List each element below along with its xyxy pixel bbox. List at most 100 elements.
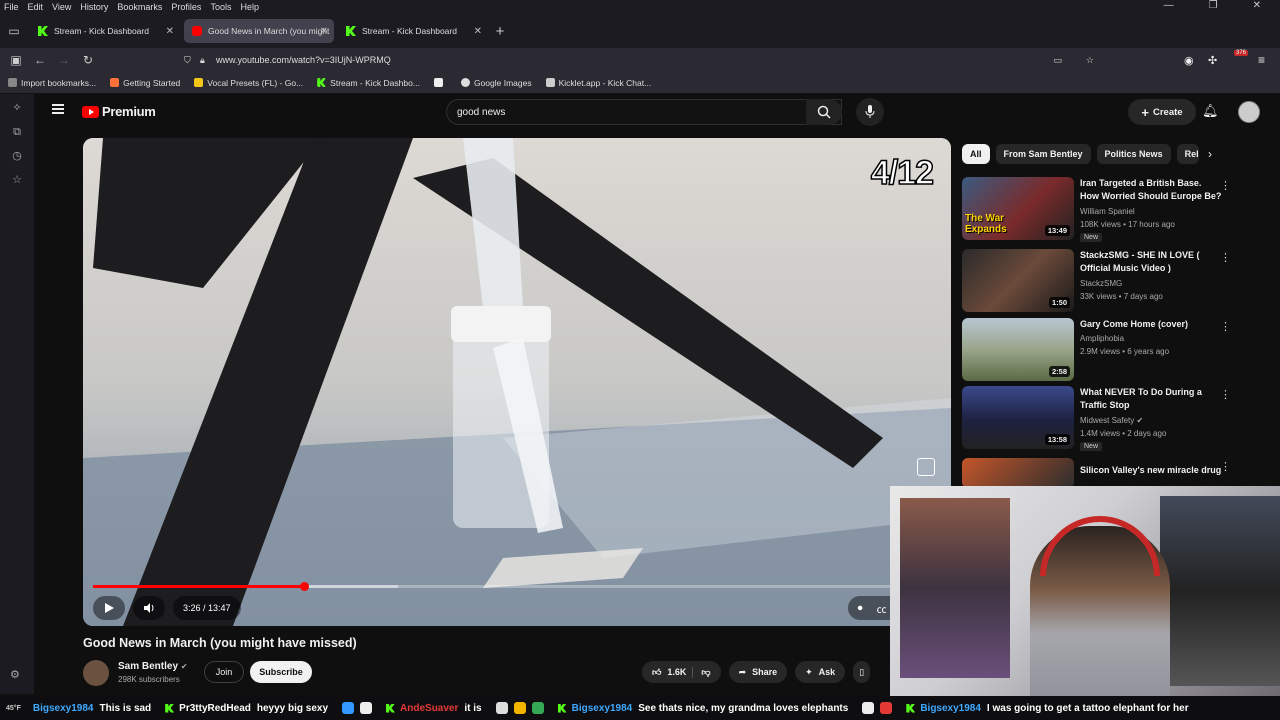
ask-button[interactable]: ✦ Ask <box>795 661 846 683</box>
forward-icon[interactable]: → <box>52 53 76 67</box>
bookmark-google-images[interactable]: Google Images <box>460 78 532 88</box>
bookmark-import[interactable]: Import bookmarks... <box>8 78 96 88</box>
join-button[interactable]: Join <box>204 661 244 683</box>
new-tab-icon[interactable]: + <box>488 23 512 40</box>
app-icon[interactable] <box>495 702 508 714</box>
reload-icon[interactable]: ↻ <box>76 53 100 67</box>
bookmark-kick-dashboard[interactable]: Stream - Kick Dashbo... <box>317 78 420 88</box>
tab-kick-dashboard-2[interactable]: Stream - Kick Dashboard ✕ <box>338 19 488 43</box>
lock-icon[interactable]: 🔒︎ <box>200 55 205 66</box>
sidebar-toggle-icon[interactable]: ▣ <box>4 53 28 67</box>
youtube-logo[interactable]: Premium <box>82 104 156 119</box>
voice-search-button[interactable] <box>856 98 884 126</box>
video-thumbnail[interactable]: 13:58 <box>962 386 1074 449</box>
chip-politics-news[interactable]: Politics News <box>1096 144 1171 164</box>
tab-youtube-video[interactable]: Good News in March (you might ✕ <box>184 19 334 43</box>
rec-channel[interactable]: StackzSMG <box>1080 279 1122 288</box>
video-thumbnail[interactable] <box>962 458 1074 488</box>
recommendation-item[interactable]: The War Expands 13:49 Iran Targeted a Br… <box>962 177 1262 242</box>
app-icon[interactable] <box>862 702 875 714</box>
minimize-icon[interactable]: — <box>1164 0 1174 11</box>
chevron-right-icon[interactable]: › <box>1208 147 1212 161</box>
history-icon[interactable]: ◷ <box>0 144 34 168</box>
rec-title[interactable]: Silicon Valley's new miracle drug <box>1080 464 1222 477</box>
restore-icon[interactable]: ❐ <box>1209 0 1218 11</box>
subscribe-button[interactable]: Subscribe <box>250 661 312 683</box>
account-icon[interactable]: ◉ <box>1184 54 1194 67</box>
menu-bookmarks[interactable]: Bookmarks <box>117 2 162 12</box>
miniplayer-icon[interactable] <box>917 458 935 476</box>
rec-channel[interactable]: William Spaniel <box>1080 207 1135 216</box>
channel-name[interactable]: Sam Bentley ✔ <box>118 661 188 672</box>
menu-profiles[interactable]: Profiles <box>171 2 201 12</box>
play-button[interactable] <box>93 596 125 620</box>
extensions-icon[interactable]: ✣ <box>1208 54 1217 67</box>
menu-tools[interactable]: Tools <box>210 2 231 12</box>
close-window-icon[interactable]: ✕ <box>1253 0 1261 11</box>
video-player[interactable]: 4/12 3:26 / 13:47 ⏺ ㏄ ⚙ ▭ <box>83 138 951 626</box>
app-icon[interactable] <box>513 702 526 714</box>
search-input[interactable]: good news ✕ <box>446 99 842 125</box>
close-tab-icon[interactable]: ✕ <box>474 26 482 37</box>
more-options-icon[interactable]: ⋮ <box>1220 251 1231 264</box>
close-tab-icon[interactable]: ✕ <box>320 26 328 37</box>
bookmark-kicklet[interactable]: Kicklet.app - Kick Chat... <box>545 78 651 88</box>
hamburger-menu-icon[interactable] <box>52 104 64 114</box>
video-thumbnail[interactable]: The War Expands 13:49 <box>962 177 1074 240</box>
more-options-icon[interactable]: ⋮ <box>1220 460 1231 473</box>
menu-edit[interactable]: Edit <box>28 2 44 12</box>
recommendation-item[interactable]: 13:58 What NEVER To Do During a Traffic … <box>962 386 1262 451</box>
bookmark-vocal-presets[interactable]: Vocal Presets (FL) - Go... <box>194 78 303 88</box>
share-button[interactable]: ➦ Share <box>728 661 788 683</box>
rec-title[interactable]: Gary Come Home (cover) <box>1080 318 1222 331</box>
more-options-icon[interactable]: ⋮ <box>1220 320 1231 333</box>
account-avatar[interactable] <box>1238 101 1260 123</box>
video-thumbnail[interactable]: 2:58 <box>962 318 1074 381</box>
url-text[interactable]: www.youtube.com/watch?v=3IUjN-WPRMQ <box>216 55 391 65</box>
app-icon[interactable] <box>880 702 893 714</box>
like-button[interactable]: 👍︎ 1.6K 👎︎ <box>642 661 721 683</box>
save-button[interactable]: ▯ <box>853 661 871 683</box>
rec-channel[interactable]: Midwest Safety ✔ <box>1080 416 1143 425</box>
app-icon[interactable] <box>342 702 355 714</box>
tab-kick-dashboard-1[interactable]: Stream - Kick Dashboard ✕ <box>30 19 180 43</box>
rec-channel[interactable]: Ampliphobia <box>1080 334 1124 343</box>
sidebar-settings-icon[interactable]: ⚙ <box>10 668 20 681</box>
autoplay-toggle-icon[interactable]: ⏺ <box>858 603 863 614</box>
tabs-sidebar-icon[interactable]: ⧉ <box>0 120 34 144</box>
captions-icon[interactable]: ㏄ <box>877 601 887 616</box>
recommendation-item[interactable]: Silicon Valley's new miracle drug ⋮ <box>962 458 1262 488</box>
notifications-bell-icon[interactable]: 🔔︎ <box>1202 103 1219 119</box>
close-tab-icon[interactable]: ✕ <box>166 26 174 37</box>
recommendation-item[interactable]: 2:58 Gary Come Home (cover) Ampliphobia … <box>962 318 1262 382</box>
app-menu-icon[interactable]: ≡ <box>1258 53 1265 67</box>
app-icon[interactable] <box>360 702 373 714</box>
channel-avatar[interactable] <box>83 660 109 686</box>
bookmark-getting-started[interactable]: Getting Started <box>110 78 180 88</box>
menu-help[interactable]: Help <box>240 2 259 12</box>
bookmarks-star-icon[interactable]: ☆ <box>0 168 34 192</box>
menu-history[interactable]: History <box>80 2 108 12</box>
create-button[interactable]: + Create <box>1128 99 1196 125</box>
bookmark-star-icon[interactable]: ☆ <box>1086 55 1094 66</box>
rec-title[interactable]: StackzSMG - SHE IN LOVE ( Official Music… <box>1080 249 1222 275</box>
chip-all[interactable]: All <box>962 144 990 164</box>
tab-overview-icon[interactable]: ▭ <box>2 24 26 38</box>
ai-chat-icon[interactable]: ✧ <box>0 96 34 120</box>
progress-bar[interactable] <box>93 582 941 591</box>
extension-badge[interactable]: 376 <box>1234 50 1249 56</box>
picture-in-picture-icon[interactable]: ▭ <box>1053 55 1062 66</box>
rec-title[interactable]: What NEVER To Do During a Traffic Stop <box>1080 386 1222 412</box>
chip-from-channel[interactable]: From Sam Bentley <box>995 144 1091 164</box>
video-thumbnail[interactable]: 1:50 <box>962 249 1074 312</box>
back-icon[interactable]: ← <box>28 53 52 67</box>
menu-view[interactable]: View <box>52 2 71 12</box>
dislike-icon[interactable]: 👎︎ <box>692 666 711 678</box>
more-options-icon[interactable]: ⋮ <box>1220 179 1231 192</box>
weather-widget[interactable]: 45°F <box>6 705 21 712</box>
volume-button[interactable] <box>133 596 165 620</box>
menu-file[interactable]: File <box>4 2 19 12</box>
shield-icon[interactable]: ⛉ <box>184 55 191 66</box>
rec-title[interactable]: Iran Targeted a British Base. How Worrie… <box>1080 177 1222 203</box>
chip-related[interactable]: Rela <box>1176 144 1199 164</box>
